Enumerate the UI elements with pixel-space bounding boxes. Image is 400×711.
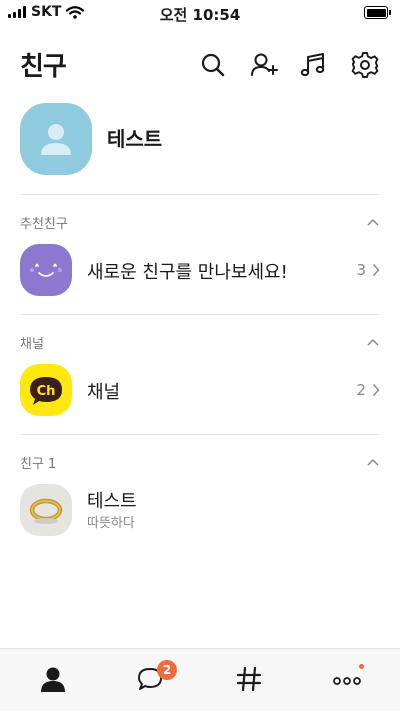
recommended-friends-row[interactable]: 새로운 친구를 만나보세요! 3 [20, 244, 380, 300]
section-title-friends: 친구 1 [20, 457, 57, 472]
chevron-up-icon[interactable] [366, 457, 380, 467]
search-icon[interactable] [198, 50, 228, 80]
music-icon[interactable] [299, 50, 329, 80]
channel-count: 2 [356, 381, 366, 399]
person-icon [41, 667, 65, 692]
tab-chats[interactable]: 2 [100, 649, 200, 711]
hashtag-icon [236, 666, 262, 692]
page-title: 친구 [20, 52, 67, 82]
section-title-recommended: 추천친구 [20, 217, 68, 232]
tab-more[interactable] [297, 649, 397, 711]
battery-icon [364, 6, 391, 19]
status-bar: SKT 오전 10:54 [0, 0, 400, 26]
channel-label: 채널 [87, 382, 121, 403]
new-indicator-dot [359, 664, 364, 669]
smile-face-icon [30, 263, 62, 277]
chevron-right-icon [372, 263, 380, 277]
tab-openchat[interactable] [199, 649, 299, 711]
gear-icon[interactable] [350, 50, 380, 80]
tab-friends[interactable] [3, 649, 103, 711]
chevron-right-icon [372, 383, 380, 397]
bottom-tab-bar: 2 [0, 648, 400, 711]
channel-row[interactable]: Ch 채널 2 [20, 364, 380, 420]
friend-avatar [20, 484, 72, 536]
add-friend-icon[interactable] [249, 50, 279, 80]
recommend-count: 3 [356, 261, 366, 279]
more-icon [333, 677, 361, 685]
status-time: 오전 10:54 [159, 6, 241, 24]
channel-thumbnail: Ch [20, 364, 72, 416]
chats-badge: 2 [157, 660, 177, 680]
divider [20, 194, 380, 195]
divider [20, 314, 380, 315]
my-profile-name: 테스트 [107, 127, 163, 151]
svg-text:Ch: Ch [37, 384, 56, 399]
friend-status-message: 따뜻하다 [87, 516, 135, 531]
person-placeholder-icon [41, 124, 71, 155]
section-title-channel: 채널 [20, 337, 44, 352]
recommend-label: 새로운 친구를 만나보세요! [87, 262, 288, 283]
chevron-up-icon[interactable] [366, 337, 380, 347]
friend-list-item[interactable]: 테스트 따뜻하다 [20, 484, 380, 540]
avatar [20, 103, 92, 175]
my-profile[interactable]: 테스트 [20, 103, 380, 177]
chevron-up-icon[interactable] [366, 217, 380, 227]
channel-logo-icon: Ch [30, 377, 62, 405]
friend-name: 테스트 [87, 491, 137, 512]
header: 친구 [0, 44, 400, 86]
recommend-thumbnail [20, 244, 72, 296]
divider [20, 434, 380, 435]
ring-photo [29, 498, 63, 524]
